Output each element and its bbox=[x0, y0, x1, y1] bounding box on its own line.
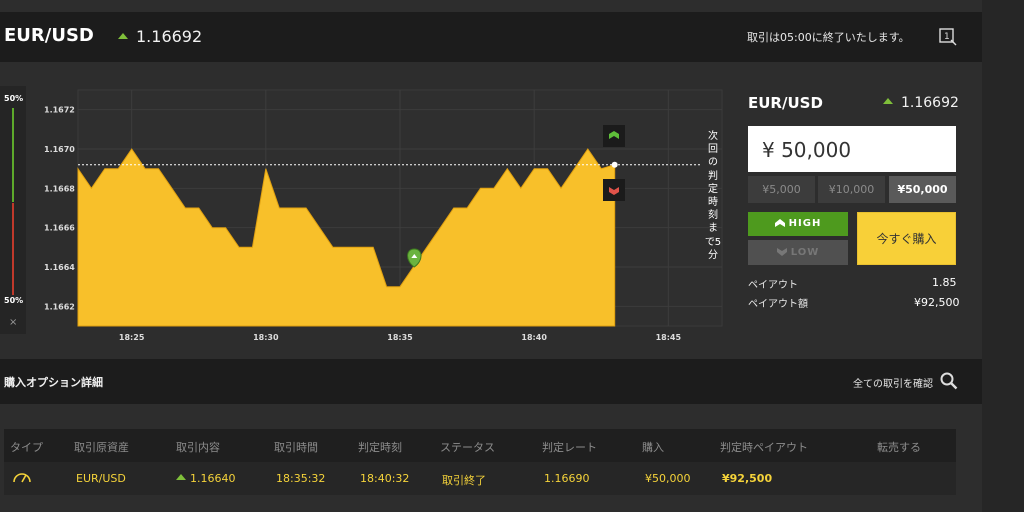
low-button[interactable]: LOW bbox=[748, 240, 848, 265]
low-flag[interactable] bbox=[603, 179, 625, 201]
trade-table: タイプ 取引原資産 取引内容 取引時間 判定時刻 ステータス 判定レート 購入 … bbox=[4, 429, 956, 495]
payout-value: 1.85 bbox=[932, 276, 957, 289]
right-scroll-strip bbox=[982, 0, 1024, 512]
trading-page: EUR/USD 1.16692 取引は05:00に終了いたします。 1 50% … bbox=[0, 0, 1024, 512]
order-panel: EUR/USD 1.16692 ¥ 50,000 ¥5,000 ¥10,000 … bbox=[740, 62, 980, 357]
high-arrow-icon bbox=[774, 219, 785, 227]
y-tick-label: 1.1666 bbox=[44, 224, 75, 233]
up-arrow-icon bbox=[176, 474, 186, 480]
down-flag-icon bbox=[609, 187, 619, 195]
header-type: タイプ bbox=[10, 441, 43, 454]
pair-title: EUR/USD bbox=[4, 25, 94, 46]
cell-payout: ¥92,500 bbox=[722, 472, 773, 485]
amount-50000-button[interactable]: ¥50,000 bbox=[889, 176, 956, 203]
low-label: LOW bbox=[790, 247, 820, 258]
amount-input[interactable]: ¥ 50,000 bbox=[748, 126, 956, 172]
amount-10000-button[interactable]: ¥10,000 bbox=[818, 176, 885, 203]
search-icon[interactable] bbox=[940, 372, 958, 390]
y-tick-label: 1.1668 bbox=[44, 184, 75, 193]
order-pair: EUR/USD bbox=[748, 94, 823, 112]
price-chart: 1.1672 1.1670 1.1668 1.1666 1.1664 1.1662 18:2… bbox=[44, 89, 723, 342]
close-notice: 取引は05:00に終了いたします。 bbox=[747, 31, 910, 44]
low-arrow-icon bbox=[776, 248, 787, 256]
up-flag-icon bbox=[609, 131, 619, 139]
header-status: ステータス bbox=[440, 441, 495, 454]
header-content: 取引内容 bbox=[176, 441, 220, 454]
up-arrow-icon bbox=[883, 98, 893, 104]
high-label: HIGH bbox=[788, 218, 822, 229]
table-header: タイプ 取引原資産 取引内容 取引時間 判定時刻 ステータス 判定レート 購入 … bbox=[4, 429, 956, 462]
y-tick-label: 1.1662 bbox=[44, 302, 75, 311]
cell-status: 取引終了 bbox=[442, 474, 486, 487]
window-icon-label: 1 bbox=[944, 32, 950, 42]
y-tick-label: 1.1672 bbox=[44, 106, 75, 115]
header-trade-time: 取引時間 bbox=[274, 441, 318, 454]
header-purchase: 購入 bbox=[642, 441, 664, 454]
cell-trade-time: 18:35:32 bbox=[276, 472, 326, 485]
buy-now-button[interactable]: 今すぐ購入 bbox=[857, 212, 956, 265]
header-bar: EUR/USD 1.16692 取引は05:00に終了いたします。 1 bbox=[0, 12, 982, 62]
table-row[interactable]: EUR/USD 1.16640 18:35:32 18:40:32 取引終了 1… bbox=[4, 462, 956, 495]
payout-label: ペイアウト bbox=[748, 280, 798, 291]
header-rate: 1.16692 bbox=[118, 27, 202, 46]
cell-content: 1.16640 bbox=[176, 472, 236, 485]
x-tick-label: 18:35 bbox=[387, 333, 413, 342]
x-tick-label: 18:45 bbox=[656, 333, 682, 342]
up-arrow-icon bbox=[118, 32, 128, 39]
amount-5000-button[interactable]: ¥5,000 bbox=[748, 176, 815, 203]
header-rate-value: 1.16692 bbox=[136, 27, 203, 46]
confirm-all-trades-link[interactable]: 全ての取引を確認 bbox=[853, 375, 933, 390]
options-title: 購入オプション詳細 bbox=[4, 376, 103, 389]
cell-content-value: 1.16640 bbox=[190, 472, 236, 485]
x-tick-label: 18:40 bbox=[521, 333, 547, 342]
cell-judge-rate: 1.16690 bbox=[544, 472, 590, 485]
speedometer-icon bbox=[13, 473, 31, 483]
order-rate: 1.16692 bbox=[883, 95, 959, 111]
y-tick-label: 1.1670 bbox=[44, 145, 75, 154]
payout-amount-label: ペイアウト額 bbox=[748, 299, 808, 310]
current-rate-dot bbox=[611, 161, 618, 168]
payout-amount-value: ¥92,500 bbox=[914, 296, 960, 309]
header-resell: 転売する bbox=[877, 441, 921, 454]
x-tick-label: 18:30 bbox=[253, 333, 279, 342]
cell-purchase: ¥50,000 bbox=[645, 472, 691, 485]
header-judge-rate: 判定レート bbox=[542, 441, 597, 454]
x-tick-label: 18:25 bbox=[119, 333, 145, 342]
high-flag[interactable] bbox=[603, 125, 625, 147]
options-bar: 購入オプション詳細 全ての取引を確認 bbox=[0, 359, 982, 404]
cell-judge-time: 18:40:32 bbox=[360, 472, 410, 485]
order-rate-value: 1.16692 bbox=[901, 95, 959, 111]
header-payout: 判定時ペイアウト bbox=[720, 441, 808, 454]
y-tick-label: 1.1664 bbox=[44, 263, 75, 272]
cell-asset: EUR/USD bbox=[76, 472, 126, 485]
single-window-icon[interactable]: 1 bbox=[939, 27, 957, 47]
header-asset: 取引原資産 bbox=[74, 441, 129, 454]
high-button[interactable]: HIGH bbox=[748, 212, 848, 236]
header-judge-time: 判定時刻 bbox=[358, 441, 402, 454]
next-judge-text: 次回の判定時刻まで5分 bbox=[704, 131, 722, 261]
